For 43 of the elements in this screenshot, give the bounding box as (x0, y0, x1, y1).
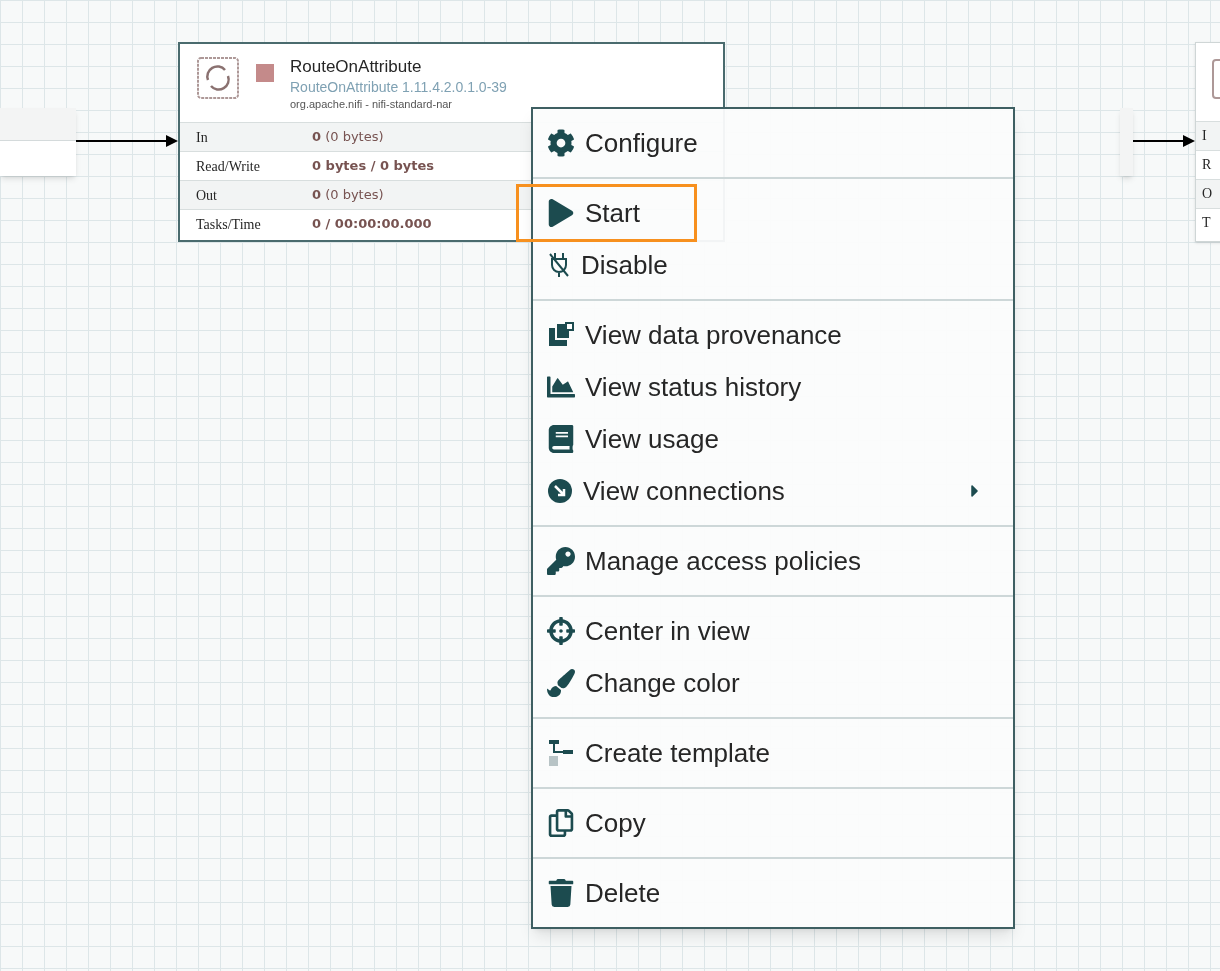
menu-item[interactable]: View connections (533, 465, 1013, 517)
processor-bundle: org.apache.nifi - nifi-standard-nar (290, 97, 454, 112)
stat-value: 0 (0 bytes) (312, 128, 384, 147)
stat-label: T (1202, 215, 1211, 230)
paintbrush-icon (547, 669, 575, 697)
stat-label: Tasks/Time (196, 215, 262, 234)
plug-off-icon (547, 251, 571, 279)
stat-value: 0 (0 bytes) (312, 186, 384, 205)
menu-item[interactable]: View data provenance (533, 309, 1013, 361)
menu-item[interactable]: Delete (533, 867, 1013, 919)
connection-label[interactable] (1120, 108, 1133, 176)
stat-value: 0 / 00:00:00.000 (312, 215, 432, 234)
processor-card[interactable]: I R O T (1195, 42, 1220, 242)
template-icon (547, 739, 575, 767)
processor-icon (196, 56, 240, 100)
stat-label: O (1202, 186, 1213, 201)
processor-type: RouteOnAttribute 1.11.4.2.0.1.0-39 (290, 78, 507, 96)
menu-item[interactable]: Change color (533, 657, 1013, 709)
key-icon (547, 547, 575, 575)
stat-value: 0 bytes / 0 bytes (312, 157, 435, 176)
menu-item[interactable]: Disable (533, 239, 1013, 291)
stat-label: R (1202, 157, 1212, 172)
gear-icon (547, 129, 575, 157)
trash-icon (547, 879, 575, 907)
connection-label[interactable] (0, 108, 76, 176)
book-icon (547, 425, 575, 453)
stacked-squares-icon (547, 322, 575, 348)
stat-label: Read/Write (196, 157, 261, 176)
play-icon (547, 199, 575, 227)
stat-label: I (1202, 128, 1207, 143)
stat-label: Out (196, 186, 218, 205)
menu-item[interactable]: View status history (533, 361, 1013, 413)
menu-item[interactable]: Center in view (533, 605, 1013, 657)
processor-name: RouteOnAttribute (290, 56, 423, 78)
crosshairs-icon (547, 617, 575, 645)
menu-item[interactable]: Manage access policies (533, 535, 1013, 587)
menu-item[interactable]: Create template (533, 727, 1013, 779)
stat-label: In (196, 128, 209, 147)
menu-item[interactable]: Start (519, 187, 694, 239)
menu-item[interactable]: View usage (533, 413, 1013, 465)
menu-item[interactable]: Copy (533, 797, 1013, 849)
copy-icon (547, 809, 575, 837)
connection-arrow (1133, 134, 1195, 148)
